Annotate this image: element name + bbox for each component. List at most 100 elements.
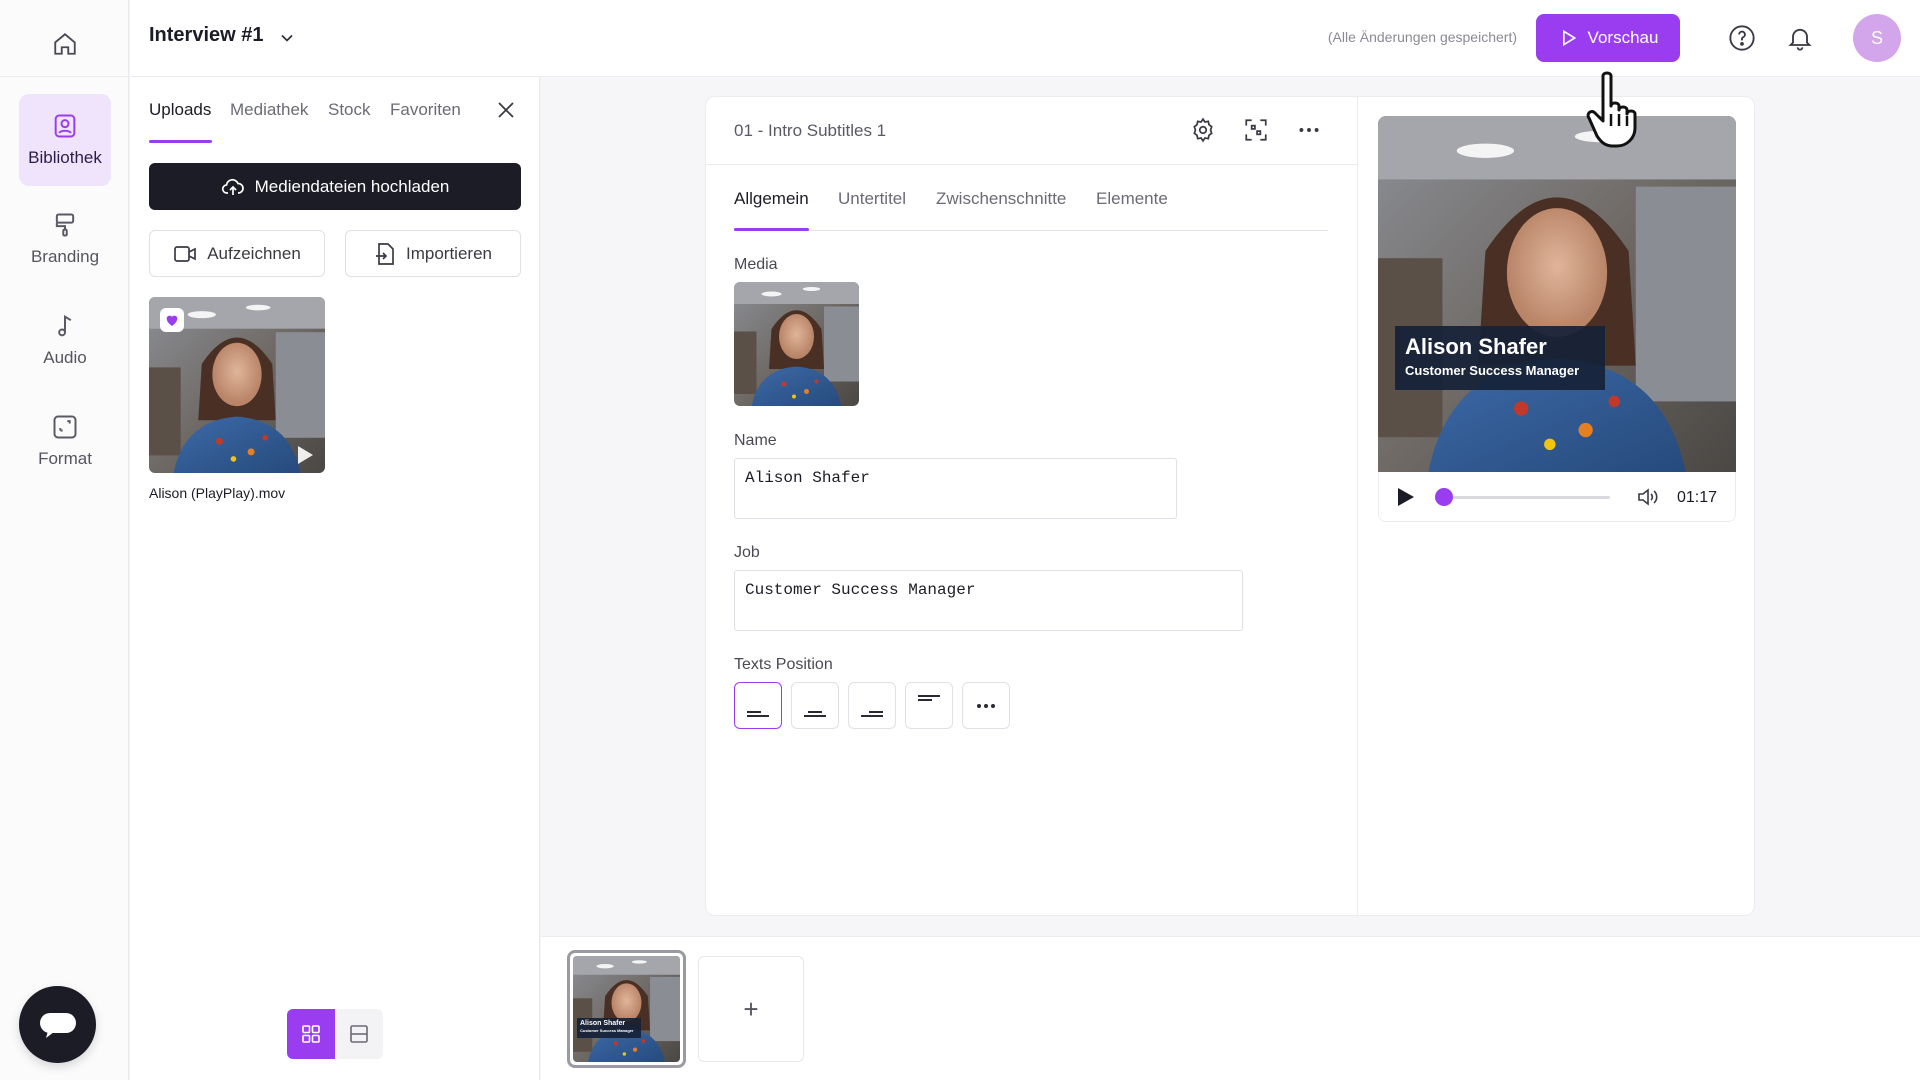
- project-menu-button[interactable]: [277, 28, 297, 48]
- align-top-left-icon: [918, 694, 940, 701]
- active-tab-indicator: [734, 228, 809, 231]
- scene-thumb-job: Customer Success Manager: [580, 1028, 634, 1033]
- lower-third-job: Customer Success Manager: [1405, 363, 1580, 378]
- align-bottom-center-icon: [804, 710, 826, 717]
- help-icon: [1729, 25, 1755, 51]
- gear-icon: [1193, 117, 1213, 143]
- scene-media-thumbnail[interactable]: [734, 282, 859, 406]
- layout-frame-icon: [1245, 119, 1267, 141]
- play-icon: [298, 446, 313, 464]
- texts-position-label: Texts Position: [734, 656, 833, 673]
- progress-handle[interactable]: [1435, 488, 1453, 506]
- active-tab-indicator: [149, 140, 212, 143]
- progress-track[interactable]: [1443, 496, 1610, 499]
- close-icon: [498, 102, 514, 118]
- more-horizontal-icon: [977, 703, 995, 708]
- play-button[interactable]: [1395, 487, 1415, 507]
- media-label: Media: [734, 256, 778, 273]
- scene-more-button[interactable]: [1296, 117, 1322, 143]
- bell-icon: [1788, 28, 1812, 51]
- tab-stock[interactable]: Stock: [328, 100, 371, 120]
- resize-icon: [53, 415, 77, 439]
- media-play-indicator: [296, 445, 314, 465]
- preview-button[interactable]: Vorschau: [1536, 14, 1680, 62]
- editor-divider: [1357, 97, 1358, 915]
- video-preview[interactable]: [1378, 116, 1736, 472]
- video-camera-icon: [174, 245, 197, 262]
- play-outline-icon: [1562, 29, 1576, 47]
- music-note-icon: [58, 314, 72, 337]
- upload-media-button[interactable]: Mediendateien hochladen: [149, 163, 521, 210]
- scene-thumbnail-lower-third: Alison Shafer Customer Success Manager: [577, 1018, 641, 1038]
- image-library-icon: [54, 114, 76, 138]
- more-positions-button[interactable]: [962, 682, 1010, 729]
- rail-divider: [0, 76, 129, 77]
- rail-item-label: Bibliothek: [28, 148, 102, 167]
- align-bottom-left-icon: [747, 710, 769, 717]
- rail-item-format[interactable]: Format: [19, 395, 111, 487]
- heart-icon: [166, 315, 178, 326]
- close-library-button[interactable]: [494, 98, 518, 122]
- lower-third-name: Alison Shafer: [1405, 334, 1547, 359]
- project-title: Interview #1: [149, 24, 264, 46]
- rail-item-audio[interactable]: Audio: [19, 294, 111, 386]
- import-button[interactable]: Importieren: [345, 230, 521, 277]
- tab-allgemein[interactable]: Allgemein: [734, 189, 809, 209]
- position-top-left-button[interactable]: [905, 682, 953, 729]
- scene-thumbnail-image: [573, 956, 680, 1062]
- lower-third-overlay: Alison Shafer Customer Success Manager: [1395, 326, 1605, 390]
- editor-header-divider: [706, 164, 1357, 165]
- help-button[interactable]: [1728, 24, 1756, 52]
- grid-icon: [302, 1025, 320, 1043]
- rail-item-label: Audio: [43, 348, 87, 367]
- tab-zwischenschnitte[interactable]: Zwischenschnitte: [936, 189, 1066, 209]
- tab-mediathek[interactable]: Mediathek: [230, 100, 308, 120]
- save-status: (Alle Änderungen gespeichert): [1327, 29, 1517, 45]
- media-filename: Alison (PlayPlay).mov: [149, 485, 286, 501]
- upload-media-label: Mediendateien hochladen: [254, 176, 450, 196]
- cloud-upload-icon: [221, 178, 244, 195]
- pointer-hand-graphic: [1586, 71, 1637, 148]
- home-button[interactable]: [45, 24, 85, 64]
- add-scene-button[interactable]: +: [698, 956, 804, 1062]
- chat-bubble-icon: [39, 1012, 76, 1038]
- scene-settings-button[interactable]: [1190, 117, 1216, 143]
- tab-elemente[interactable]: Elemente: [1096, 189, 1168, 209]
- more-horizontal-icon: [1299, 128, 1319, 132]
- list-view-toggle[interactable]: [335, 1009, 383, 1059]
- record-button[interactable]: Aufzeichnen: [149, 230, 325, 277]
- home-icon: [54, 33, 76, 55]
- position-bottom-center-button[interactable]: [791, 682, 839, 729]
- scene-title: 01 - Intro Subtitles 1: [734, 121, 887, 140]
- preview-button-label: Vorschau: [1587, 28, 1659, 47]
- import-file-icon: [376, 242, 394, 265]
- job-label: Job: [734, 544, 760, 561]
- rail-item-branding[interactable]: Branding: [19, 193, 111, 285]
- media-thumbnail-image: [734, 282, 859, 406]
- chat-support-button[interactable]: [19, 986, 96, 1063]
- scene-layout-button[interactable]: [1243, 117, 1269, 143]
- chevron-down-icon: [281, 34, 293, 42]
- rail-item-bibliothek[interactable]: Bibliothek: [19, 94, 111, 186]
- volume-icon: [1638, 488, 1658, 506]
- rail-item-label: Branding: [30, 247, 100, 266]
- scene-thumbnail[interactable]: Alison Shafer Customer Success Manager: [567, 950, 686, 1068]
- tab-untertitel[interactable]: Untertitel: [838, 189, 906, 209]
- tab-uploads[interactable]: Uploads: [149, 100, 211, 120]
- paint-roller-icon: [55, 213, 75, 237]
- job-input[interactable]: Customer Success Manager: [734, 570, 1243, 631]
- notifications-button[interactable]: [1786, 24, 1814, 52]
- list-icon: [350, 1025, 368, 1043]
- name-input[interactable]: Alison Shafer: [734, 458, 1177, 519]
- user-avatar[interactable]: S: [1853, 14, 1901, 62]
- rail-item-label: Format: [38, 449, 92, 468]
- tab-favoriten[interactable]: Favoriten: [390, 100, 461, 120]
- favorite-badge[interactable]: [160, 308, 184, 332]
- volume-button[interactable]: [1636, 486, 1660, 508]
- scene-thumb-name: Alison Shafer: [580, 1020, 626, 1027]
- hand-cursor-icon: [1585, 70, 1651, 150]
- grid-view-toggle[interactable]: [287, 1009, 335, 1059]
- position-bottom-left-button[interactable]: [734, 682, 782, 729]
- position-bottom-right-button[interactable]: [848, 682, 896, 729]
- record-label: Aufzeichnen: [207, 243, 301, 263]
